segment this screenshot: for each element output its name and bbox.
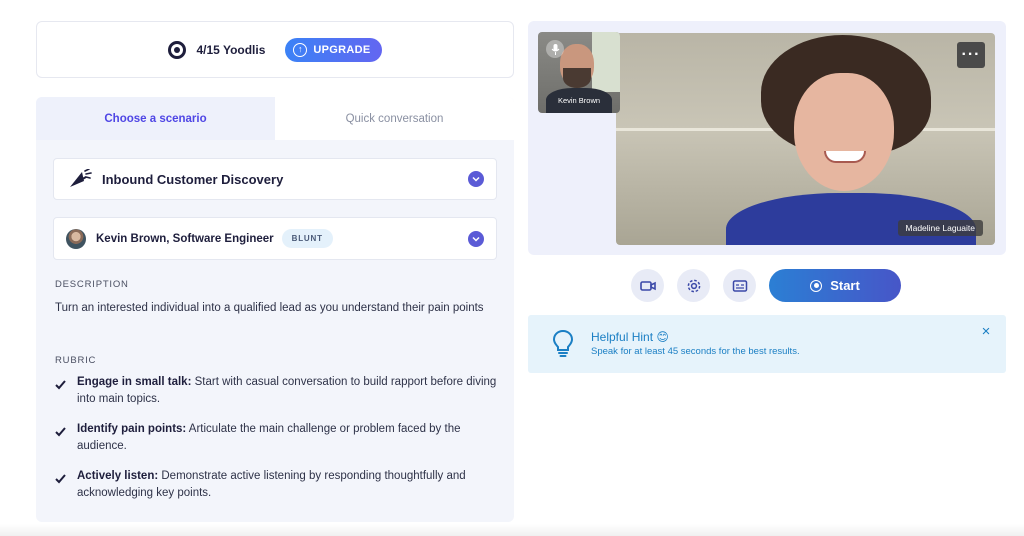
persona-badge: BLUNT <box>281 229 333 248</box>
checkmark-icon <box>55 374 69 408</box>
chevron-down-icon[interactable] <box>468 171 484 187</box>
lightbulb-icon <box>552 329 574 357</box>
rubric-item-title: Identify pain points: <box>77 423 187 435</box>
scenario-panel: Choose a scenario Quick conversation Inb… <box>36 97 514 522</box>
call-controls: Start <box>631 269 901 302</box>
rubric-heading: RUBRIC <box>55 355 97 366</box>
helpful-hint-banner: Helpful Hint 😊 Speak for at least 45 sec… <box>528 315 1006 373</box>
camera-toggle-button[interactable] <box>631 269 664 302</box>
page-bottom-edge <box>0 524 1024 536</box>
list-item: Actively listen: Demonstrate active list… <box>55 468 505 502</box>
description-text: Turn an interested individual into a qua… <box>55 302 484 314</box>
upload-arrow-icon: ↑ <box>293 42 308 57</box>
checkmark-icon <box>55 421 69 455</box>
rubric-item-title: Engage in small talk: <box>77 376 192 388</box>
main-video-name: Madeline Laguaite <box>897 220 983 236</box>
main-video-feed: ··· Madeline Laguaite <box>616 33 995 245</box>
tab-quick-conversation[interactable]: Quick conversation <box>275 97 514 140</box>
rubric-list: Engage in small talk: Start with casual … <box>55 374 505 515</box>
megaphone-icon <box>70 169 92 187</box>
start-button[interactable]: Start <box>769 269 901 302</box>
rubric-item-title: Actively listen: <box>77 470 159 482</box>
checkmark-icon <box>55 468 69 502</box>
captions-icon <box>732 279 747 292</box>
chevron-down-icon[interactable] <box>468 230 484 247</box>
start-label: Start <box>830 278 860 293</box>
upgrade-button[interactable]: ↑ UPGRADE <box>285 37 382 62</box>
settings-button[interactable] <box>677 269 710 302</box>
thumbnail-name: Kevin Brown <box>557 96 601 105</box>
usage-count: 4/15 Yoodlis <box>196 42 266 57</box>
scenario-label: Inbound Customer Discovery <box>102 171 284 187</box>
microphone-icon <box>546 40 564 58</box>
usage-card: 4/15 Yoodlis ↑ UPGRADE <box>36 21 514 78</box>
avatar <box>66 228 86 249</box>
tab-bar: Choose a scenario Quick conversation <box>36 97 514 140</box>
list-item: Identify pain points: Articulate the mai… <box>55 421 505 455</box>
persona-dropdown[interactable]: Kevin Brown, Software Engineer BLUNT <box>53 217 497 260</box>
thumbnail-video-feed[interactable]: Kevin Brown <box>538 32 620 113</box>
hint-text: Speak for at least 45 seconds for the be… <box>591 346 800 357</box>
persona-label: Kevin Brown, Software Engineer <box>96 232 274 245</box>
tab-choose-scenario[interactable]: Choose a scenario <box>36 97 275 140</box>
more-options-button[interactable]: ··· <box>957 42 985 68</box>
record-icon <box>810 279 823 292</box>
video-camera-icon <box>639 280 656 291</box>
list-item: Engage in small talk: Start with casual … <box>55 374 505 408</box>
hint-title: Helpful Hint 😊 <box>591 330 669 344</box>
video-panel: ··· Madeline Laguaite Kevin Brown <box>528 21 1006 255</box>
description-heading: DESCRIPTION <box>55 279 129 290</box>
close-icon[interactable]: × <box>978 324 994 340</box>
yoodli-usage-icon <box>168 40 187 59</box>
upgrade-label: UPGRADE <box>313 43 371 56</box>
captions-button[interactable] <box>723 269 756 302</box>
scenario-dropdown[interactable]: Inbound Customer Discovery <box>53 158 497 200</box>
gear-icon <box>687 279 700 292</box>
